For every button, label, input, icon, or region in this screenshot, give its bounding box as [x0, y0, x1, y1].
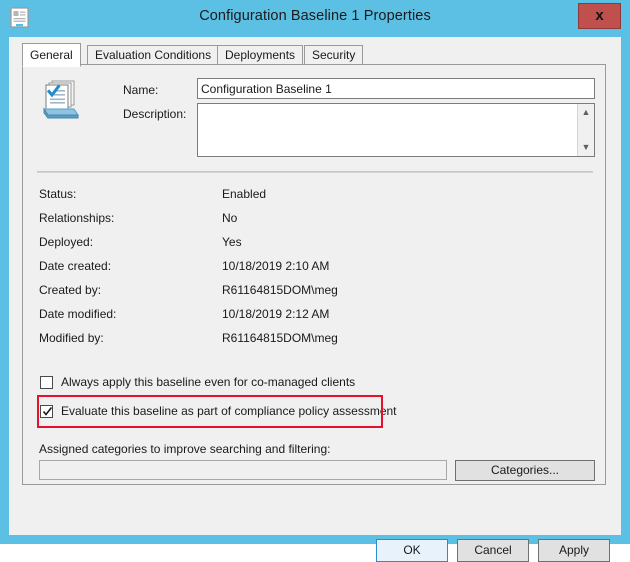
dialog-client-area: General Evaluation Conditions Deployment… — [9, 37, 621, 535]
modified-by-label: Modified by: — [39, 331, 104, 345]
configuration-baseline-large-icon — [38, 77, 82, 121]
close-icon[interactable]: x — [578, 3, 621, 29]
scroll-up-icon[interactable]: ▲ — [578, 104, 594, 121]
description-field[interactable]: ▲ ▼ — [197, 103, 595, 157]
date-created-label: Date created: — [39, 259, 111, 273]
tab-deployments[interactable]: Deployments — [217, 45, 303, 65]
date-created-value: 10/18/2019 2:10 AM — [222, 259, 329, 273]
evaluate-baseline-compliance-label: Evaluate this baseline as part of compli… — [61, 404, 397, 418]
relationships-value: No — [222, 211, 237, 225]
description-text[interactable] — [198, 104, 577, 156]
deployed-value: Yes — [222, 235, 242, 249]
always-apply-baseline-label: Always apply this baseline even for co-m… — [61, 375, 355, 389]
relationships-label: Relationships: — [39, 211, 114, 225]
tab-evaluation-conditions[interactable]: Evaluation Conditions — [87, 45, 219, 65]
ok-button[interactable]: OK — [376, 539, 448, 562]
description-label: Description: — [123, 107, 186, 121]
tab-strip: General Evaluation Conditions Deployment… — [22, 43, 606, 65]
status-value: Enabled — [222, 187, 266, 201]
created-by-label: Created by: — [39, 283, 101, 297]
status-label: Status: — [39, 187, 76, 201]
assigned-categories-label: Assigned categories to improve searching… — [39, 442, 331, 456]
cancel-button[interactable]: Cancel — [457, 539, 529, 562]
checkbox-unchecked-icon[interactable] — [40, 376, 53, 389]
tab-security[interactable]: Security — [304, 45, 363, 65]
window-title: Configuration Baseline 1 Properties — [0, 8, 630, 24]
name-input[interactable] — [197, 78, 595, 99]
tab-general[interactable]: General — [22, 43, 81, 67]
description-scrollbar[interactable]: ▲ ▼ — [577, 104, 594, 156]
apply-button[interactable]: Apply — [538, 539, 610, 562]
title-bar: Configuration Baseline 1 Properties x — [0, 0, 630, 37]
categories-button[interactable]: Categories... — [455, 460, 595, 481]
date-modified-label: Date modified: — [39, 307, 116, 321]
properties-dialog-window: Configuration Baseline 1 Properties x Ge… — [0, 0, 630, 544]
separator-top — [37, 171, 593, 173]
tab-panel-general: Name: Description: ▲ ▼ Status: Enabled R… — [22, 64, 606, 485]
name-label: Name: — [123, 83, 158, 97]
scroll-down-icon[interactable]: ▼ — [578, 139, 594, 156]
modified-by-value: R61164815DOM\meg — [222, 331, 338, 345]
created-by-value: R61164815DOM\meg — [222, 283, 338, 297]
assigned-categories-input[interactable] — [39, 460, 447, 480]
deployed-label: Deployed: — [39, 235, 93, 249]
checkbox-checked-icon[interactable] — [40, 405, 53, 418]
date-modified-value: 10/18/2019 2:12 AM — [222, 307, 329, 321]
